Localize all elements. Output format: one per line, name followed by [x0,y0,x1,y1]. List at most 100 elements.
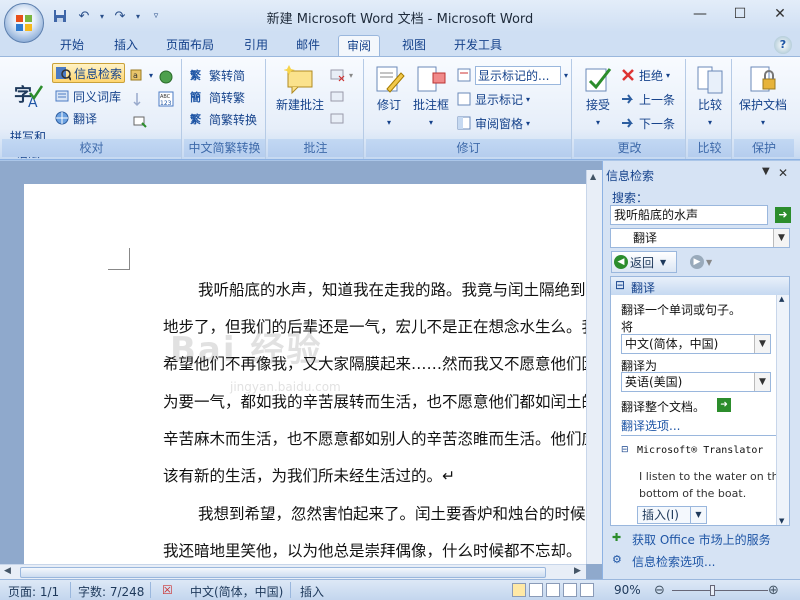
previous-change-button[interactable]: 上一条 [620,89,675,109]
doc-line-4: 为要一气，都如我的辛苦展转而生活，也不愿意他们都如闰土的 [163,393,587,411]
add-text-button[interactable] [132,111,148,131]
reject-button[interactable]: 拒绝 ▾ [620,65,670,85]
draft-view-icon[interactable] [580,583,594,597]
scroll-left-icon[interactable]: ◀ [4,566,11,576]
translation-options-link[interactable]: 翻译选项... [621,417,680,434]
insert-mode[interactable]: 插入 [300,583,324,600]
get-services-link[interactable]: 获取 Office 市场上的服务 [632,531,771,548]
delete-comment-button[interactable]: ▾ [330,65,353,85]
zoom-slider-track[interactable] [672,590,768,591]
tab-page-layout[interactable]: 页面布局 [158,35,222,56]
status-separator [150,582,151,598]
outline-view-icon[interactable] [563,583,577,597]
sort-icon [133,93,141,107]
reviewing-pane-button[interactable]: 审阅窗格 ▾ [456,113,530,133]
word-count[interactable]: 字数: 7/248 [78,583,144,600]
back-button[interactable]: ◀ 返回 ▼ [611,251,677,273]
language-indicator[interactable]: 中文(简体，中国) [190,583,283,600]
minimize-button[interactable]: — [680,0,720,28]
lock-icon [750,66,776,92]
group-changes: 接受 ▾ 拒绝 ▾ 上一条 下一条 更改 [574,59,686,159]
collapse-icon[interactable]: ⊟ [615,278,625,292]
vertical-scrollbar[interactable]: ▲ [586,170,602,564]
zoom-out-icon[interactable]: ⊖ [654,583,665,598]
translate-word-text: 翻译一个单词或句子。 [621,303,742,317]
window-controls: — ☐ ✕ [680,0,800,28]
insert-button[interactable]: 插入(I) ▼ [637,506,707,524]
thesaurus-button[interactable]: 同义词库 [54,86,121,106]
zoom-in-icon[interactable]: ⊕ [768,583,779,598]
print-layout-view-icon[interactable] [512,583,526,597]
scroll-up-icon[interactable]: ▲ [590,172,596,181]
close-button[interactable]: ✕ [760,0,800,28]
help-icon[interactable]: ? [774,36,792,54]
horizontal-scrollbar[interactable]: ◀ ▶ [0,564,586,579]
track-changes-button[interactable]: 修订 ▾ [368,63,410,131]
tab-review[interactable]: 审阅 [338,35,381,56]
proofing-status-icon[interactable]: ☒ [162,583,173,597]
search-go-icon[interactable]: ➜ [775,207,791,223]
group-label-tracking: 修订 [366,139,571,157]
results-scrollbar[interactable]: ▲ ▼ [776,295,789,525]
chinese-convert-button[interactable]: 繁 简繁转换 [190,109,257,129]
research-options-link[interactable]: 信息检索选项... [632,553,715,570]
to-language-select[interactable]: 英语(美国) ▼ [621,372,771,392]
service-select[interactable]: 翻译 ▼ [610,228,790,248]
office-button[interactable] [4,3,44,43]
set-language-button[interactable] [158,67,174,87]
tab-developer[interactable]: 开发工具 [446,35,510,56]
pane-close-icon[interactable]: ✕ [778,166,788,180]
group-label-comments: 批注 [268,139,363,157]
compare-button[interactable]: 比较 ▾ [690,63,730,131]
zoom-slider-thumb[interactable] [710,585,715,596]
maximize-button[interactable]: ☐ [720,0,760,28]
translate-document-text: 翻译整个文档。 [621,400,706,414]
reviewing-pane-icon [457,116,471,130]
translate-doc-go-icon[interactable]: ➜ [717,398,731,412]
new-comment-button[interactable]: 新建批注 [272,63,328,113]
page-indicator[interactable]: 页面: 1/1 [8,583,59,600]
protect-document-button[interactable]: 保护文档 ▾ [734,63,792,131]
simplified-to-traditional-icon: 簡 [190,91,201,104]
insert-dropdown-icon: ▼ [690,507,706,523]
translate-tooltip-button[interactable]: a ▾ [130,65,153,85]
accept-button[interactable]: 接受 ▾ [576,63,620,131]
back-arrow-icon: ◀ [614,255,628,269]
forward-button[interactable]: ▶ ▼ [690,253,726,271]
tab-view[interactable]: 视图 [394,35,434,56]
watermark-url: jingyan.baidu.com [230,380,341,394]
results-scroll-down-icon[interactable]: ▼ [779,517,784,525]
pane-options-icon[interactable]: ▼ [762,166,770,177]
to-traditional-button[interactable]: 簡 简转繁 [190,87,245,107]
track-changes-icon [376,66,405,93]
translator-collapse-icon[interactable]: ⊟ [621,445,629,455]
balloons-button[interactable]: 批注框 ▾ [410,63,452,131]
next-change-button[interactable]: 下一条 [620,113,675,133]
research-button[interactable]: 信息检索 [52,63,126,83]
search-label: 搜索： [612,191,649,205]
tab-home[interactable]: 开始 [52,35,92,56]
stats-icon-button[interactable] [132,89,148,109]
scroll-right-icon[interactable]: ▶ [574,566,581,576]
next-comment-button[interactable] [330,109,346,129]
display-for-review-select[interactable]: 显示标记的... ▾ [456,65,568,85]
translate-button[interactable]: 翻译 [54,108,97,128]
show-markup-button[interactable]: 显示标记 ▾ [456,89,530,109]
search-input[interactable]: 我听船底的水声 [610,205,768,225]
previous-comment-button[interactable] [330,87,346,107]
tab-insert[interactable]: 插入 [106,35,146,56]
to-simplified-button[interactable]: 繁 繁转简 [190,65,245,85]
zoom-level[interactable]: 90% [614,583,641,597]
marketplace-icon: ✚ [612,531,622,544]
view-buttons [512,583,594,597]
tab-mailings[interactable]: 邮件 [288,35,328,56]
results-scroll-up-icon[interactable]: ▲ [779,295,784,303]
horizontal-scroll-thumb[interactable] [20,567,546,578]
tab-references[interactable]: 引用 [236,35,276,56]
doc-line-8: 我还暗地里笑他，以为他总是崇拜偶像，什么时候都不忘却。 [163,542,582,560]
watermark-logo: Bai 经验 [170,330,323,370]
word-count-button[interactable]: ABC 123 [158,89,174,109]
from-language-select[interactable]: 中文(简体，中国) ▼ [621,334,771,354]
web-layout-view-icon[interactable] [546,583,560,597]
full-screen-view-icon[interactable] [529,583,543,597]
